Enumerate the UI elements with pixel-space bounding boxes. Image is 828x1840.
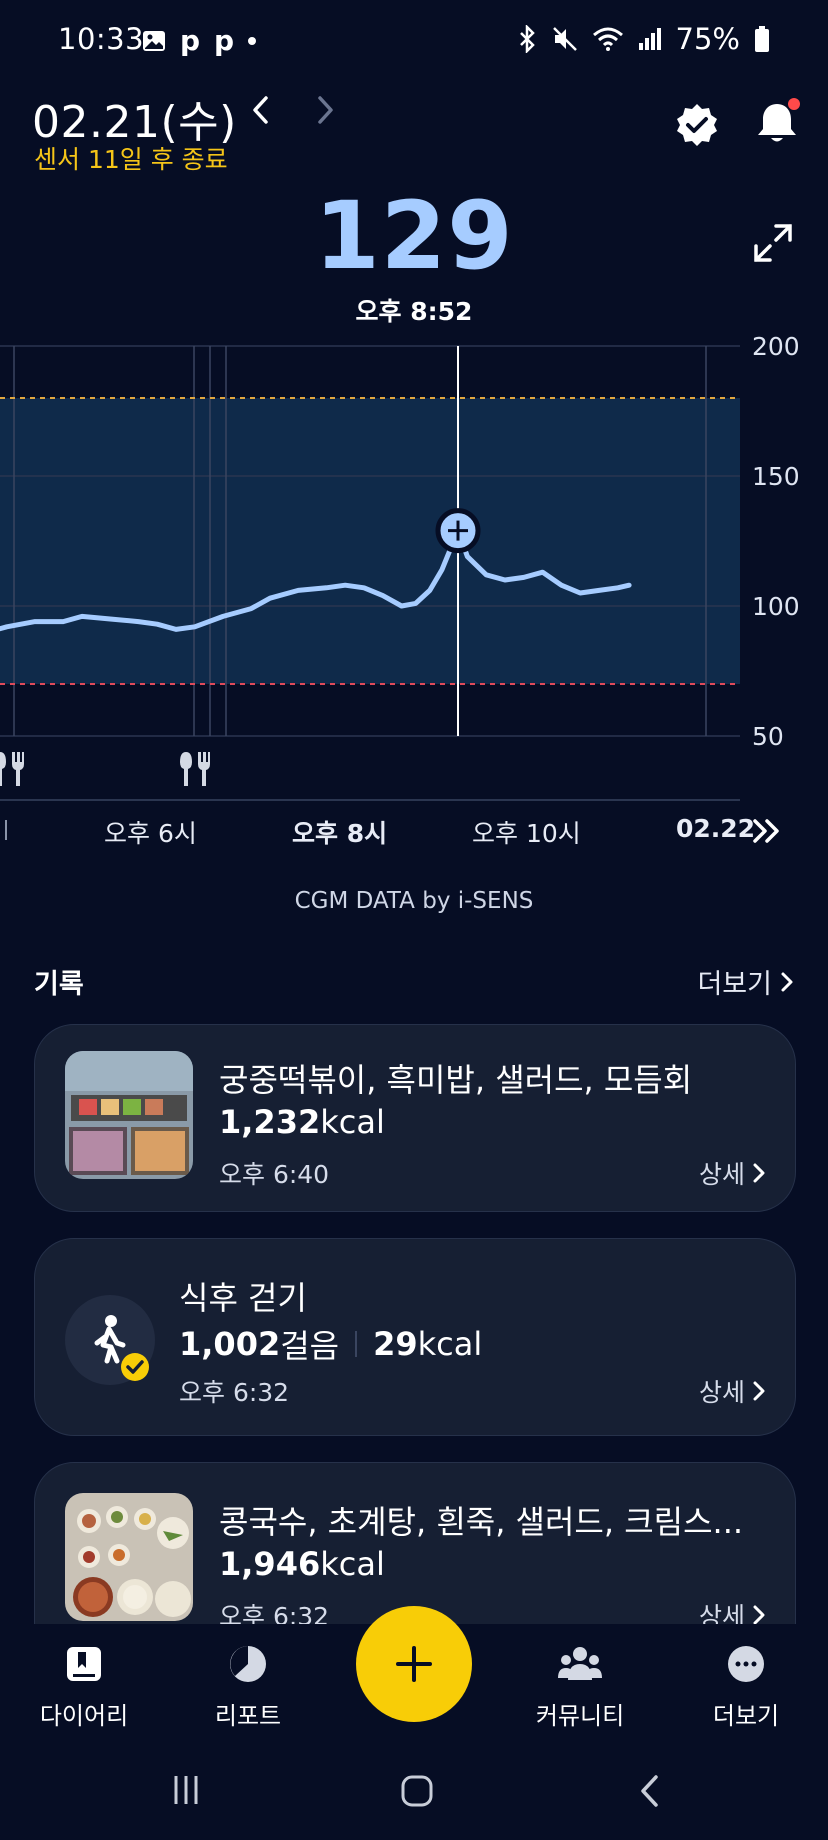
meal-title: 궁중떡볶이, 흑미밥, 샐러드, 모듬회 xyxy=(219,1061,693,1099)
meal-kcal: 1,232kcal xyxy=(219,1103,385,1141)
nav-tab-report[interactable]: 리포트 xyxy=(178,1644,318,1731)
target-range-band xyxy=(0,398,740,684)
status-time: 10:33 xyxy=(58,22,145,56)
stats-divider xyxy=(355,1331,358,1357)
status-bar: 10:33 p p 75% xyxy=(0,0,828,84)
activity-title: 식후 걷기 xyxy=(179,1279,307,1317)
detail-label: 상세 xyxy=(698,1160,745,1189)
notification-icons: p p xyxy=(142,24,257,57)
verified-badge-icon xyxy=(677,104,717,146)
x-tick-label: 오후 10시 xyxy=(472,819,581,848)
wifi-icon xyxy=(592,27,623,51)
x-tick-label: 오후 6시 xyxy=(104,819,197,848)
nav-label-report: 리포트 xyxy=(214,1702,282,1730)
meal-kcal: 1,946kcal xyxy=(219,1545,385,1583)
activity-kcal-value: 29 xyxy=(373,1325,418,1363)
nav-tab-more[interactable]: 더보기 xyxy=(676,1644,816,1731)
system-status: 75% xyxy=(518,22,770,56)
chevron-right-icon xyxy=(753,1605,765,1625)
sensor-status: 센서 11일 후 종료 xyxy=(34,145,228,174)
records-more-link[interactable]: 더보기 xyxy=(697,962,794,1001)
meal-kcal-value: 1,232 xyxy=(219,1103,321,1141)
plus-icon xyxy=(396,1646,432,1682)
recent-apps-icon[interactable] xyxy=(170,1774,202,1806)
meal-record-card[interactable]: 궁중떡볶이, 흑미밥, 샐러드, 모듬회 1,232kcal 오후 6:40 상… xyxy=(34,1024,796,1212)
chevron-left-icon xyxy=(253,96,268,124)
nav-label-diary: 다이어리 xyxy=(39,1702,129,1730)
meal-kcal-value: 1,946 xyxy=(219,1545,321,1583)
battery-percent: 75% xyxy=(675,22,740,56)
diary-icon xyxy=(67,1647,101,1681)
x-tick-label: 오후 8시 xyxy=(292,819,388,848)
previous-day-button[interactable] xyxy=(241,90,281,130)
expand-chart-button[interactable] xyxy=(752,222,794,268)
activity-time: 오후 6:32 xyxy=(179,1378,290,1407)
chevron-right-icon xyxy=(753,1163,765,1183)
glucose-chart[interactable] xyxy=(0,330,828,860)
expand-icon xyxy=(754,224,792,262)
battery-icon xyxy=(755,26,769,52)
activity-stats: 1,002 걸음 29 kcal xyxy=(179,1321,482,1367)
report-icon xyxy=(230,1646,266,1682)
meal-kcal-unit: kcal xyxy=(320,1103,385,1141)
steps-unit: 걸음 xyxy=(280,1327,340,1365)
more-icon xyxy=(728,1646,764,1682)
meal-photo xyxy=(65,1051,193,1179)
activity-icon-circle xyxy=(65,1295,155,1385)
nav-label-community: 커뮤니티 xyxy=(535,1702,625,1730)
add-record-button[interactable] xyxy=(356,1606,472,1722)
signal-icon xyxy=(638,28,661,50)
check-badge-icon xyxy=(121,1353,149,1381)
next-day-button[interactable] xyxy=(305,90,345,130)
y-tick-label: 50 xyxy=(752,722,784,751)
records-section-title: 기록 xyxy=(34,969,84,1000)
community-icon xyxy=(558,1647,602,1680)
detail-label: 상세 xyxy=(698,1378,745,1407)
activity-record-card[interactable]: 식후 걷기 1,002 걸음 29 kcal 오후 6:32 상세 xyxy=(34,1238,796,1436)
nav-tab-diary[interactable]: 다이어리 xyxy=(14,1644,154,1731)
records-more-label: 더보기 xyxy=(697,969,772,1000)
jump-forward-button[interactable] xyxy=(752,818,782,848)
chevron-right-icon xyxy=(753,1381,765,1401)
meal-time: 오후 6:40 xyxy=(219,1160,330,1189)
notification-button[interactable] xyxy=(752,98,802,152)
cgm-credit: CGM DATA by i-SENS xyxy=(294,888,534,914)
activity-detail-button[interactable]: 상세 xyxy=(699,1373,765,1409)
bluetooth-icon xyxy=(519,25,535,53)
glucose-chart-svg[interactable] xyxy=(0,330,828,860)
nav-tab-community[interactable]: 커뮤니티 xyxy=(510,1644,650,1731)
meal-marker-1[interactable] xyxy=(0,752,24,786)
meal-kcal-unit: kcal xyxy=(320,1545,385,1583)
y-tick-label: 100 xyxy=(752,592,800,621)
current-glucose-time: 오후 8:52 xyxy=(355,297,473,326)
activity-kcal-unit: kcal xyxy=(417,1325,483,1363)
back-icon[interactable] xyxy=(638,1774,662,1808)
sensor-verified-button[interactable] xyxy=(674,102,720,152)
home-icon[interactable] xyxy=(400,1774,434,1808)
meal-photo xyxy=(65,1493,193,1621)
steps-value: 1,002 xyxy=(179,1325,281,1363)
mute-icon xyxy=(552,27,577,51)
y-tick-label: 200 xyxy=(752,332,800,361)
y-tick-label: 150 xyxy=(752,462,800,491)
system-navigation-bar xyxy=(0,1744,828,1840)
bell-icon xyxy=(758,98,800,142)
chevron-right-icon xyxy=(781,972,793,991)
x-tick-label: 02.22 xyxy=(676,814,756,843)
current-glucose-value: 129 xyxy=(314,182,514,291)
p-icon: p xyxy=(214,24,235,57)
meal-title: 콩국수, 초계탕, 흰죽, 샐러드, 크림스... xyxy=(219,1503,744,1541)
meal-detail-button[interactable]: 상세 xyxy=(699,1155,765,1191)
dot-icon xyxy=(248,36,257,45)
p-icon: p xyxy=(180,24,201,57)
chevron-right-icon xyxy=(318,96,333,124)
double-chevron-right-icon xyxy=(753,819,779,843)
nav-label-more: 더보기 xyxy=(712,1702,780,1730)
gallery-icon xyxy=(143,30,165,51)
meal-marker-2[interactable] xyxy=(180,752,210,786)
